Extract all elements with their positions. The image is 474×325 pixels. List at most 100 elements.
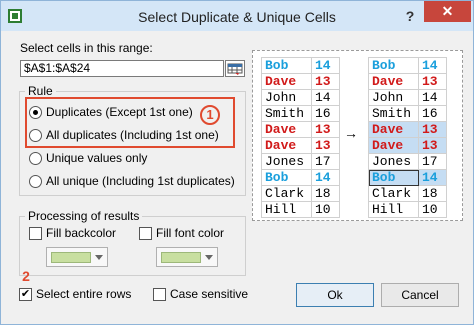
preview-after-row: Dave 13 <box>368 73 447 90</box>
case-sensitive-checkbox[interactable] <box>153 288 166 301</box>
radio-duplicates-except-first-label[interactable]: Duplicates (Except 1st one) <box>46 105 193 119</box>
preview-after-name-cell: Smith <box>368 105 419 122</box>
title-bar: Select Duplicate & Unique Cells ? ✕ <box>1 1 473 31</box>
radio-all-unique-label[interactable]: All unique (Including 1st duplicates) <box>46 174 235 188</box>
preview-before-number-cell: 13 <box>311 137 340 154</box>
close-button[interactable]: ✕ <box>424 1 471 22</box>
preview-after-name-cell: Dave <box>368 137 419 154</box>
preview-after-table: Bob 14 Dave 13 John 14 Smith 16 Dave 13 Dave 13 Jone… <box>368 57 447 218</box>
preview-before-name-cell: Jones <box>261 153 312 170</box>
annotation-badge-2: 2 <box>22 268 30 284</box>
preview-after-row: Jones 17 <box>368 153 447 170</box>
processing-group <box>19 216 246 276</box>
preview-after-name-cell: Jones <box>368 153 419 170</box>
preview-after-row: Dave 13 <box>368 137 447 154</box>
preview-after-row: Dave 13 <box>368 121 447 138</box>
preview-before-name-cell: Dave <box>261 73 312 90</box>
preview-after-number-cell: 14 <box>418 89 447 106</box>
preview-before-row: John 14 <box>261 89 340 106</box>
preview-after-row: John 14 <box>368 89 447 106</box>
preview-after-number-cell: 13 <box>418 73 447 90</box>
radio-all-unique[interactable] <box>29 175 42 188</box>
preview-before-number-cell: 14 <box>311 89 340 106</box>
range-picker-button[interactable] <box>225 60 245 77</box>
preview-after-row: Bob 14 <box>368 57 447 74</box>
preview-before-row: Hill 10 <box>261 201 340 218</box>
preview-before-name-cell: Bob <box>261 57 312 74</box>
preview-after-name-cell: John <box>368 89 419 106</box>
preview-after-number-cell: 18 <box>418 185 447 202</box>
help-button[interactable]: ? <box>399 6 421 26</box>
preview-before-name-cell: Dave <box>261 121 312 138</box>
cancel-button[interactable]: Cancel <box>381 283 459 307</box>
radio-all-duplicates-label[interactable]: All duplicates (Including 1st one) <box>46 128 219 142</box>
fill-font-color-checkbox[interactable] <box>139 227 152 240</box>
preview-before-row: Dave 13 <box>261 121 340 138</box>
preview-after-name-cell: Dave <box>368 121 419 138</box>
preview-after-number-cell: 10 <box>418 201 447 218</box>
select-duplicate-unique-dialog: Select Duplicate & Unique Cells ? ✕ Sele… <box>0 0 474 325</box>
preview-after-number-cell: 16 <box>418 105 447 122</box>
preview-before-row: Dave 13 <box>261 73 340 90</box>
preview-after-number-cell: 13 <box>418 121 447 138</box>
radio-all-duplicates[interactable] <box>29 129 42 142</box>
preview-after-number-cell: 17 <box>418 153 447 170</box>
fill-font-color-label[interactable]: Fill font color <box>156 226 224 240</box>
chevron-down-icon <box>205 255 213 260</box>
preview-before-number-cell: 16 <box>311 105 340 122</box>
radio-unique-only-label[interactable]: Unique values only <box>46 151 147 165</box>
range-picker-icon <box>227 63 243 75</box>
preview-before-row: Dave 13 <box>261 137 340 154</box>
preview-after-row: Smith 16 <box>368 105 447 122</box>
preview-after-name-cell: Clark <box>368 185 419 202</box>
range-input[interactable]: $A$1:$A$24 <box>20 60 224 77</box>
preview-before-row: Jones 17 <box>261 153 340 170</box>
preview-after-number-cell: 13 <box>418 137 447 154</box>
preview-before-number-cell: 13 <box>311 121 340 138</box>
preview-before-name-cell: Smith <box>261 105 312 122</box>
preview-after-row: Clark 18 <box>368 185 447 202</box>
chevron-down-icon <box>95 255 103 260</box>
preview-before-row: Bob 14 <box>261 57 340 74</box>
radio-duplicates-except-first[interactable] <box>29 106 42 119</box>
preview-before-name-cell: Dave <box>261 137 312 154</box>
ok-button[interactable]: Ok <box>296 283 374 307</box>
preview-after-row: Bob 14 <box>368 169 447 186</box>
preview-before-name-cell: John <box>261 89 312 106</box>
rule-legend: Rule <box>25 84 56 98</box>
preview-before-number-cell: 13 <box>311 73 340 90</box>
preview-before-name-cell: Hill <box>261 201 312 218</box>
fill-backcolor-checkbox[interactable] <box>29 227 42 240</box>
font-color-picker[interactable] <box>156 247 218 267</box>
arrow-right-icon: → <box>344 125 358 141</box>
fill-backcolor-label[interactable]: Fill backcolor <box>46 226 116 240</box>
backcolor-picker[interactable] <box>46 247 108 267</box>
radio-unique-only[interactable] <box>29 152 42 165</box>
preview-after-name-cell: Bob <box>368 169 419 186</box>
preview-before-row: Smith 16 <box>261 105 340 122</box>
preview-after-row: Hill 10 <box>368 201 447 218</box>
select-entire-rows-label[interactable]: Select entire rows <box>36 287 131 301</box>
preview-before-row: Clark 18 <box>261 185 340 202</box>
processing-legend: Processing of results <box>25 209 143 223</box>
preview-before-number-cell: 10 <box>311 201 340 218</box>
range-label: Select cells in this range: <box>20 41 153 55</box>
preview-after-name-cell: Dave <box>368 73 419 90</box>
preview-before-table: Bob 14 Dave 13 John 14 Smith 16 Dave 13 Dave 13 Jone… <box>261 57 340 218</box>
preview-before-number-cell: 14 <box>311 169 340 186</box>
preview-after-number-cell: 14 <box>418 57 447 74</box>
preview-after-name-cell: Bob <box>368 57 419 74</box>
preview-after-name-cell: Hill <box>368 201 419 218</box>
preview-before-number-cell: 14 <box>311 57 340 74</box>
preview-before-number-cell: 17 <box>311 153 340 170</box>
annotation-badge-1: 1 <box>200 105 220 125</box>
case-sensitive-label[interactable]: Case sensitive <box>170 287 248 301</box>
select-entire-rows-checkbox[interactable]: ✔ <box>19 288 32 301</box>
preview-before-row: Bob 14 <box>261 169 340 186</box>
preview-after-number-cell: 14 <box>418 169 447 186</box>
backcolor-swatch <box>51 252 91 263</box>
preview-before-name-cell: Bob <box>261 169 312 186</box>
preview-before-number-cell: 18 <box>311 185 340 202</box>
preview-before-name-cell: Clark <box>261 185 312 202</box>
font-color-swatch <box>161 252 201 263</box>
